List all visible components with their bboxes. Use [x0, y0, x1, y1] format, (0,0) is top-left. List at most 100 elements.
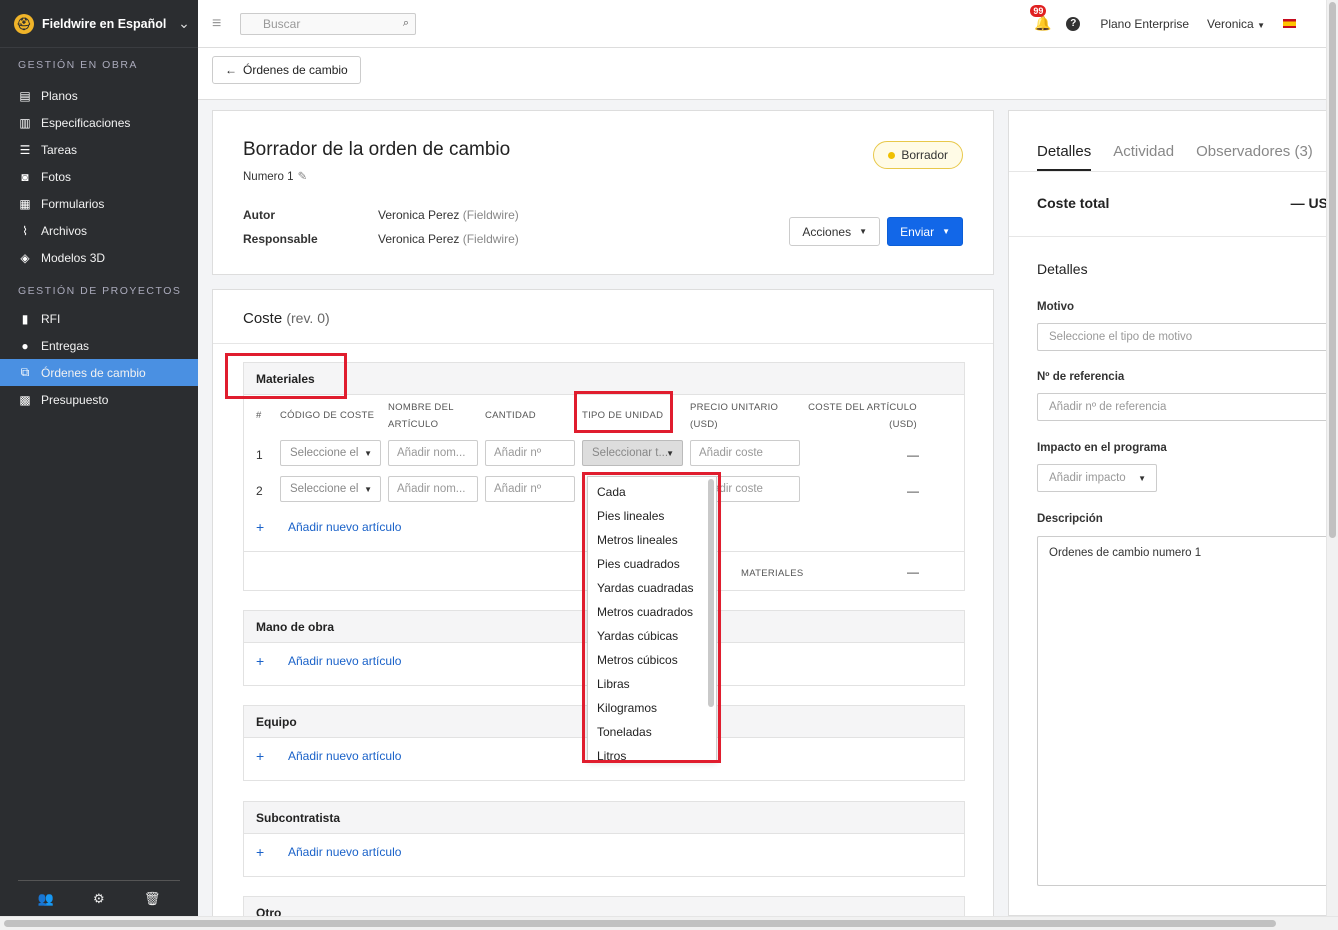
reason-select[interactable]: Seleccione el tipo de motivo [1037, 323, 1326, 351]
unit-price-input[interactable]: Añadir coste [690, 440, 800, 466]
unit-type-value: Seleccionar t... [592, 447, 669, 459]
sidebar-item-label: Órdenes de cambio [41, 365, 146, 380]
sidebar-item-especificaciones[interactable]: ▥ Especificaciones [0, 109, 198, 136]
unit-option[interactable]: Kilogramos [588, 696, 716, 720]
unit-option[interactable]: Libras [588, 672, 716, 696]
add-subcontractor-item[interactable]: + Añadir nuevo artículo [244, 834, 964, 870]
scroll-thumb[interactable] [1329, 2, 1336, 538]
fieldwire-logo-icon: ⛑ [14, 13, 34, 34]
plan-label: Plano Enterprise [1100, 16, 1190, 31]
vertical-scrollbar[interactable] [1326, 0, 1338, 916]
caret-down-icon: ▼ [666, 449, 674, 458]
quantity-input[interactable]: Añadir nº [485, 440, 575, 466]
caret-down-icon: ▼ [1138, 474, 1146, 483]
status-badge: Borrador [873, 141, 963, 169]
quantity-input[interactable]: Añadir nº [485, 476, 575, 502]
plus-icon: + [256, 653, 265, 669]
notification-badge: 99 [1030, 5, 1047, 17]
sidebar-item-fotos[interactable]: ◙ Fotos [0, 163, 198, 190]
top-bar: ≡ Buscar ⌕ 🔔 99 ? Plano Enterprise Veron… [198, 0, 1326, 48]
tab-detalles[interactable]: Detalles [1037, 143, 1091, 160]
help-icon[interactable]: ? [1066, 16, 1081, 31]
paperclip-icon: ⌇ [22, 223, 28, 238]
tab-actividad[interactable]: Actividad [1113, 143, 1174, 160]
details-title: Detalles [1037, 261, 1088, 277]
trash-icon[interactable]: 🗑 [144, 891, 161, 907]
sidebar-item-archivos[interactable]: ⌇ Archivos [0, 217, 198, 244]
impact-select[interactable]: Añadir impacto ▼ [1037, 464, 1157, 492]
author-org: (Fieldwire) [462, 208, 519, 222]
dropdown-scrollbar[interactable] [708, 479, 714, 707]
total-cost-label: Coste total [1037, 195, 1110, 211]
unit-option[interactable]: Toneladas [588, 720, 716, 744]
sidebar-item-tareas[interactable]: ☰ Tareas [0, 136, 198, 163]
pencil-icon[interactable]: ✎ [298, 171, 308, 183]
people-icon[interactable]: 👥 [38, 891, 54, 907]
sidebar-item-modelos-3d[interactable]: ◈ Modelos 3D [0, 244, 198, 271]
sidebar-item-label: Especificaciones [41, 115, 131, 130]
tab-observadores[interactable]: Observadores (3) [1196, 143, 1313, 160]
description-textarea[interactable]: Ordenes de cambio numero 1 [1037, 536, 1326, 886]
cost-code-select[interactable]: Seleccione el ▼ [280, 476, 381, 502]
add-item-label: Añadir nuevo artículo [288, 749, 402, 763]
status-text: Borrador [901, 148, 948, 162]
plus-icon: + [256, 844, 265, 860]
scroll-thumb[interactable] [4, 920, 1276, 927]
status-dot-icon [888, 151, 896, 159]
unit-option[interactable]: Metros cúbicos [588, 648, 716, 672]
unit-option[interactable]: Pies lineales [588, 504, 716, 528]
sidebar-item-formularios[interactable]: ▦ Formularios [0, 190, 198, 217]
spain-flag-icon[interactable] [1283, 19, 1296, 28]
assignee-name: Veronica Perez [378, 232, 460, 246]
author-name: Veronica Perez [378, 208, 460, 222]
chevron-down-icon[interactable]: ⌄ [170, 15, 198, 32]
sidebar-item-presupuesto[interactable]: ▩ Presupuesto [0, 386, 198, 413]
project-switcher[interactable]: ⛑ Fieldwire en Español ⌄ [0, 0, 198, 48]
add-material-item[interactable]: + Añadir nuevo artículo [244, 509, 401, 545]
sidebar-footer: 👥 ⚙ 🗑 [18, 880, 180, 916]
unit-option[interactable]: Metros cuadrados [588, 600, 716, 624]
unit-option[interactable]: Cada [588, 480, 716, 504]
item-name-input[interactable]: Añadir nom... [388, 476, 478, 502]
clipboard-icon: ▦ [19, 196, 31, 211]
col-unit-type: TIPO DE UNIDAD [582, 410, 664, 421]
plus-icon: + [256, 748, 265, 764]
menu-icon[interactable]: ≡ [212, 15, 228, 33]
horizontal-scrollbar[interactable] [0, 916, 1338, 930]
sidebar-item-ordenes-de-cambio[interactable]: ⧉ Órdenes de cambio [0, 359, 198, 386]
caret-down-icon: ▼ [364, 485, 372, 494]
other-title: Otro [244, 897, 964, 916]
cost-code-select[interactable]: Seleccione el ▼ [280, 440, 381, 466]
actions-button[interactable]: Acciones ▼ [789, 217, 880, 246]
unit-option[interactable]: Pies cuadrados [588, 552, 716, 576]
user-menu[interactable]: Veronica ▼ [1207, 17, 1265, 31]
details-panel: Detalles Actividad Observadores (3) Cost… [1008, 110, 1326, 916]
calculator-icon: ▩ [19, 392, 31, 407]
sidebar-item-rfi[interactable]: ▮ RFI [0, 305, 198, 332]
col-num: # [256, 410, 262, 421]
sidebar: ⛑ Fieldwire en Español ⌄ GESTIÓN EN OBRA… [0, 0, 198, 916]
change-order-icon: ⧉ [20, 365, 30, 379]
send-button[interactable]: Enviar ▼ [887, 217, 963, 246]
item-name-input[interactable]: Añadir nom... [388, 440, 478, 466]
back-button[interactable]: ← Órdenes de cambio [212, 56, 361, 84]
sidebar-item-entregas[interactable]: ● Entregas [0, 332, 198, 359]
col-item-name-line2: ARTÍCULO [388, 419, 439, 430]
subcontractor-section: Subcontratista + Añadir nuevo artículo [243, 801, 965, 877]
unit-option[interactable]: Yardas cuadradas [588, 576, 716, 600]
cost-revision: (rev. 0) [286, 310, 330, 326]
sidebar-item-planos[interactable]: ▤ Planos [0, 82, 198, 109]
change-order-number: Numero 1 ✎ [243, 169, 307, 183]
notifications-button[interactable]: 🔔 99 [1030, 5, 1054, 32]
unit-type-select[interactable]: Seleccionar t... ▼ [582, 440, 683, 466]
add-item-label: Añadir nuevo artículo [288, 520, 402, 534]
blueprint-icon: ▤ [19, 88, 31, 103]
col-item-cost-line2: (USD) [889, 419, 917, 430]
search-input[interactable]: Buscar ⌕ [240, 12, 416, 35]
unit-option[interactable]: Metros lineales [588, 528, 716, 552]
gear-icon[interactable]: ⚙ [93, 891, 105, 907]
reference-input[interactable]: Añadir nº de referencia [1037, 393, 1326, 421]
unit-option[interactable]: Yardas cúbicas [588, 624, 716, 648]
back-button-label: Órdenes de cambio [243, 63, 348, 77]
unit-option[interactable]: Litros [588, 744, 716, 760]
